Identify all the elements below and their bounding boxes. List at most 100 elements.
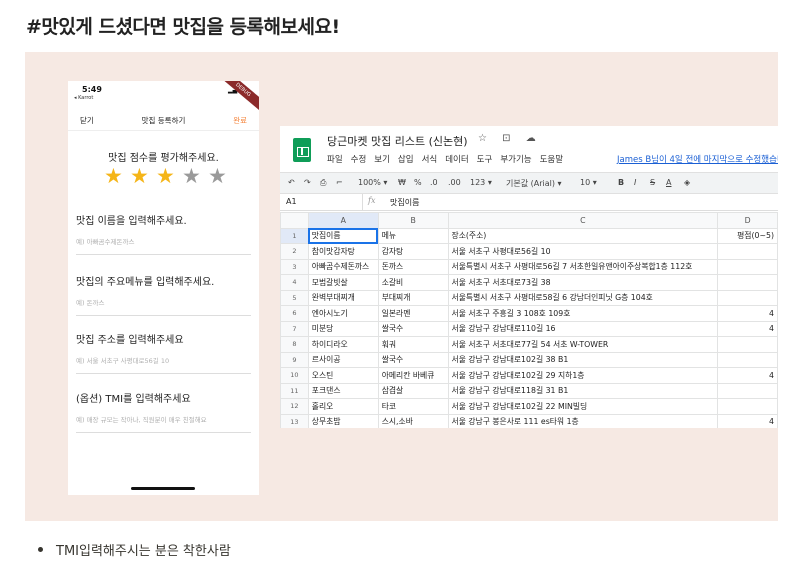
table-cell[interactable]: 아메리칸 바베큐 — [377, 367, 449, 384]
name-input[interactable]: 예) 아빠곰수제돈까스 — [76, 236, 251, 255]
star-empty-icon[interactable]: ★ — [182, 165, 204, 187]
star-empty-icon[interactable]: ★ — [208, 165, 230, 187]
menu-item[interactable]: 도움말 — [540, 153, 563, 165]
row-number[interactable]: 3 — [280, 258, 309, 275]
table-cell[interactable]: 4 — [717, 305, 778, 322]
table-cell[interactable]: 삼겹살 — [377, 382, 449, 399]
table-cell[interactable]: 훠궈 — [377, 336, 449, 353]
table-cell[interactable]: 맛집이름 — [307, 227, 379, 244]
address-input[interactable]: 예) 서울 서초구 사평대로56길 10 — [76, 355, 251, 374]
star-rating[interactable]: ★ ★ ★ ★ ★ — [104, 165, 230, 187]
table-cell[interactable]: 홀리오 — [307, 398, 379, 415]
table-cell[interactable]: 서울 강남구 봉은사로 111 es타워 1층 — [447, 413, 719, 428]
row-number[interactable]: 4 — [280, 274, 309, 291]
last-edit-link[interactable]: James B님이 4일 전에 마지막으로 수정했습니 — [617, 153, 778, 165]
table-cell[interactable]: 소갈비 — [377, 274, 449, 291]
text-color-button[interactable]: A — [666, 178, 671, 187]
table-cell[interactable]: 포크댄스 — [307, 382, 379, 399]
table-cell[interactable] — [717, 398, 778, 415]
table-cell[interactable]: 서울 강남구 강남대로102길 22 MIN빌딩 — [447, 398, 719, 415]
row-number[interactable]: 11 — [280, 382, 309, 399]
star-filled-icon[interactable]: ★ — [156, 165, 178, 187]
table-cell[interactable]: 서울특별시 서초구 사평대로58길 6 강남더인피닛 G층 104호 — [447, 289, 719, 306]
row-number[interactable]: 9 — [280, 351, 309, 368]
table-cell[interactable]: 서울특별시 서초구 사평대로56길 7 서초한일유앤아이주상복합1층 112호 — [447, 258, 719, 275]
fill-color-icon[interactable]: ◈ — [684, 178, 690, 187]
strikethrough-button[interactable]: S — [650, 178, 655, 187]
table-cell[interactable]: 오스틴 — [307, 367, 379, 384]
row-number[interactable]: 10 — [280, 367, 309, 384]
document-title[interactable]: 당근마켓 맛집 리스트 (신논현) — [327, 133, 468, 149]
table-cell[interactable]: 서울 서초구 주흥길 3 108호 109호 — [447, 305, 719, 322]
table-cell[interactable] — [717, 243, 778, 260]
menu-item[interactable]: 파일 — [327, 153, 343, 165]
redo-icon[interactable]: ↷ — [304, 178, 311, 187]
table-cell[interactable]: 엔아시노기 — [307, 305, 379, 322]
table-cell[interactable]: 메뉴 — [377, 227, 449, 244]
table-cell[interactable]: 4 — [717, 367, 778, 384]
table-cell[interactable] — [717, 289, 778, 306]
increase-decimal-button[interactable]: .00 — [448, 178, 461, 187]
menu-item[interactable]: 도구 — [477, 153, 493, 165]
menu-item[interactable]: 보기 — [374, 153, 390, 165]
table-cell[interactable] — [717, 258, 778, 275]
percent-button[interactable]: % — [414, 178, 422, 187]
row-number[interactable]: 7 — [280, 320, 309, 337]
cell-reference[interactable]: A1 — [286, 197, 297, 206]
tmi-input[interactable]: 예) 매장 규모는 작아나, 직원분이 매우 친절해요 — [76, 414, 251, 433]
table-cell[interactable]: 르사이공 — [307, 351, 379, 368]
table-cell[interactable]: 서울 강남구 강남대로110길 16 — [447, 320, 719, 337]
table-cell[interactable]: 서울 서초구 사평대로56길 10 — [447, 243, 719, 260]
font-size-select[interactable]: 10 ▾ — [580, 178, 597, 187]
row-number[interactable]: 8 — [280, 336, 309, 353]
row-number[interactable]: 1 — [280, 227, 309, 244]
table-cell[interactable]: 스시,소바 — [377, 413, 449, 428]
table-cell[interactable]: 완벽부대찌개 — [307, 289, 379, 306]
table-cell[interactable]: 돈까스 — [377, 258, 449, 275]
table-cell[interactable] — [717, 382, 778, 399]
done-button[interactable]: 완료 — [233, 115, 247, 126]
decrease-decimal-button[interactable]: .0 — [430, 178, 438, 187]
table-cell[interactable]: 서울 강남구 강남대로102길 38 B1 — [447, 351, 719, 368]
table-cell[interactable]: 아빠곰수제돈까스 — [307, 258, 379, 275]
print-icon[interactable]: ⎙ — [320, 178, 326, 188]
row-number[interactable]: 13 — [280, 413, 309, 428]
table-cell[interactable]: 부대찌개 — [377, 289, 449, 306]
row-number[interactable]: 12 — [280, 398, 309, 415]
menu-item[interactable]: 데이터 — [445, 153, 468, 165]
row-number[interactable]: 2 — [280, 243, 309, 260]
select-all-corner[interactable] — [280, 212, 309, 229]
menu-item[interactable]: 부가기능 — [500, 153, 531, 165]
table-cell[interactable]: 4 — [717, 413, 778, 428]
table-cell[interactable] — [717, 274, 778, 291]
row-number[interactable]: 5 — [280, 289, 309, 306]
column-header[interactable]: B — [377, 212, 449, 229]
star-folder-cloud-icon[interactable]: ☆ ⊡ ☁ — [478, 133, 542, 144]
zoom-select[interactable]: 100% ▾ — [358, 178, 387, 187]
table-cell[interactable]: 쌀국수 — [377, 351, 449, 368]
table-cell[interactable]: 평점(0~5) — [717, 227, 778, 244]
table-cell[interactable]: 서울 강남구 강남대로102길 29 지하1층 — [447, 367, 719, 384]
table-cell[interactable]: 서울 강남구 강남대로118길 31 B1 — [447, 382, 719, 399]
undo-icon[interactable]: ↶ — [288, 178, 295, 187]
column-header[interactable]: C — [447, 212, 719, 229]
column-header[interactable]: D — [717, 212, 778, 229]
paint-format-icon[interactable]: ⌐ — [336, 178, 343, 187]
menu-item[interactable]: 서식 — [422, 153, 438, 165]
table-cell[interactable]: 미분당 — [307, 320, 379, 337]
row-number[interactable]: 6 — [280, 305, 309, 322]
menu-item[interactable]: 수정 — [351, 153, 367, 165]
table-cell[interactable] — [717, 336, 778, 353]
table-cell[interactable]: 상무초밥 — [307, 413, 379, 428]
format-select[interactable]: 123 ▾ — [470, 178, 492, 187]
star-filled-icon[interactable]: ★ — [104, 165, 126, 187]
table-cell[interactable]: 하이디라오 — [307, 336, 379, 353]
table-cell[interactable] — [717, 351, 778, 368]
star-filled-icon[interactable]: ★ — [130, 165, 152, 187]
table-cell[interactable]: 쌀국수 — [377, 320, 449, 337]
column-header[interactable]: A — [307, 212, 379, 229]
table-cell[interactable]: 참이맛감자탕 — [307, 243, 379, 260]
table-cell[interactable]: 서울 서초구 서초대로77길 54 서초 W-TOWER — [447, 336, 719, 353]
sheet-grid[interactable]: ABCD 1 맛집이름 메뉴 장소(주소) 평점(0~5) 2 참이맛감자탕 감자탕 서울 서초… — [280, 212, 778, 428]
formula-input[interactable]: 맛집이름 — [390, 197, 419, 208]
